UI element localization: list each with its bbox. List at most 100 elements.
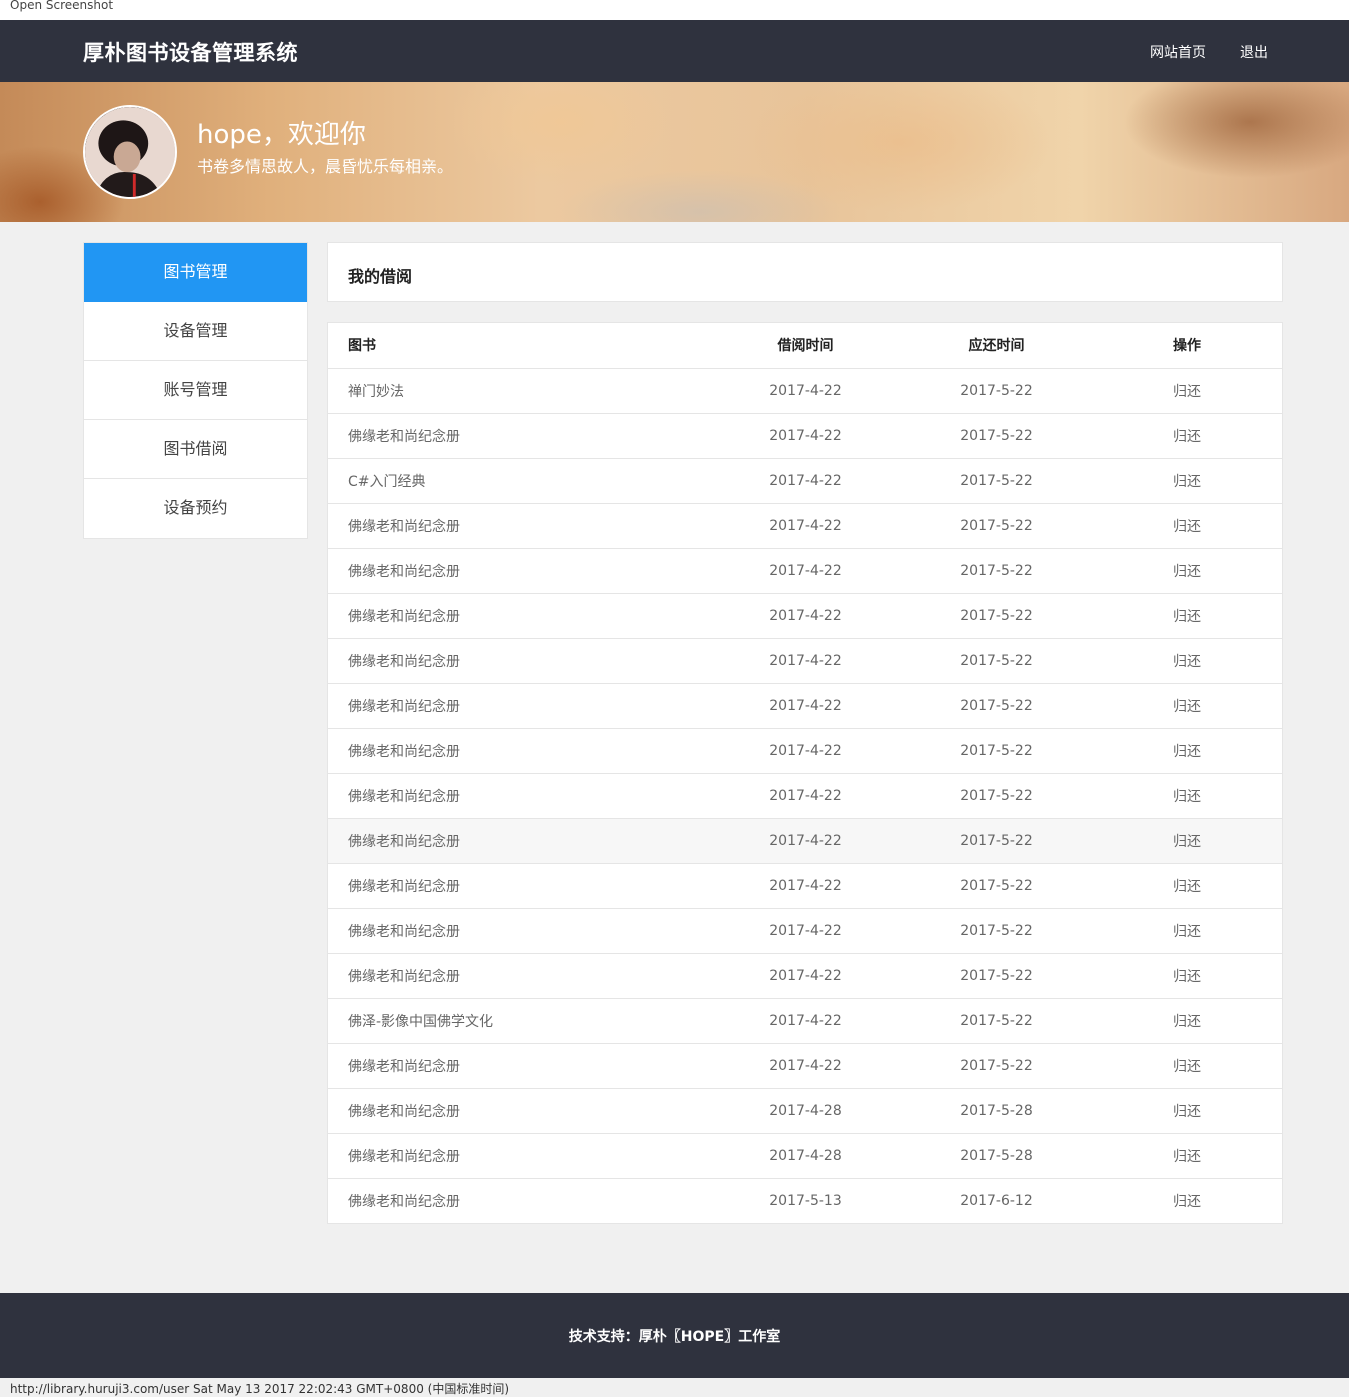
- table-row: 佛缘老和尚纪念册 2017-4-22 2017-5-22 归还: [328, 863, 1282, 909]
- cell-book-title: 佛缘老和尚纪念册: [328, 1043, 710, 1089]
- cell-due-date: 2017-5-22: [901, 773, 1092, 819]
- cell-due-date: 2017-5-22: [901, 818, 1092, 864]
- cell-book-title: 佛缘老和尚纪念册: [328, 863, 710, 909]
- return-action-link[interactable]: 归还: [1173, 654, 1201, 670]
- column-header-book: 图书: [328, 323, 710, 369]
- column-header-action: 操作: [1092, 323, 1282, 369]
- table-row: 佛缘老和尚纪念册 2017-4-22 2017-5-22 归还: [328, 548, 1282, 594]
- cell-borrow-date: 2017-4-22: [710, 818, 901, 864]
- cell-action: 归还: [1092, 1043, 1282, 1089]
- cell-book-title: 佛缘老和尚纪念册: [328, 683, 710, 729]
- return-action-link[interactable]: 归还: [1173, 879, 1201, 895]
- cell-borrow-date: 2017-4-22: [710, 863, 901, 909]
- cell-action: 归还: [1092, 458, 1282, 504]
- sidebar-item-book-borrowing[interactable]: 图书借阅: [84, 420, 307, 479]
- nav-logout-link[interactable]: 退出: [1240, 42, 1268, 62]
- panel-header: 我的借阅: [327, 242, 1283, 302]
- sidebar-item-account-management[interactable]: 账号管理: [84, 361, 307, 420]
- table-row: 佛缘老和尚纪念册 2017-4-22 2017-5-22 归还: [328, 593, 1282, 639]
- cell-due-date: 2017-5-22: [901, 548, 1092, 594]
- cell-borrow-date: 2017-4-22: [710, 548, 901, 594]
- return-action-link[interactable]: 归还: [1173, 1149, 1201, 1165]
- cell-borrow-date: 2017-4-22: [710, 683, 901, 729]
- cell-action: 归还: [1092, 683, 1282, 729]
- return-action-link[interactable]: 归还: [1173, 474, 1201, 490]
- cell-book-title: 佛缘老和尚纪念册: [348, 1193, 460, 1210]
- return-action-link[interactable]: 归还: [1173, 384, 1201, 400]
- table-header-row: 图书 借阅时间 应还时间 操作: [328, 323, 1282, 369]
- return-action-link[interactable]: 归还: [1173, 1104, 1201, 1120]
- cell-borrow-date: 2017-4-22: [710, 368, 901, 414]
- cell-due-date: 2017-5-22: [901, 593, 1092, 639]
- cell-borrow-date: 2017-4-22: [710, 458, 901, 504]
- borrow-table-container: 图书 借阅时间 应还时间 操作 禅门妙法 2017-4-22 2017-5-22 归还…: [327, 322, 1283, 1224]
- table-row: 佛缘老和尚纪念册 2017-4-22 2017-5-22 归还: [328, 953, 1282, 999]
- cell-book-title: 佛缘老和尚纪念册: [328, 728, 710, 774]
- table-row: 佛缘老和尚纪念册 2017-4-22 2017-5-22 归还: [328, 773, 1282, 819]
- sidebar-item-device-reservation[interactable]: 设备预约: [84, 479, 307, 538]
- cell-action: 归还: [1092, 1178, 1282, 1223]
- cell-due-date: 2017-5-22: [901, 728, 1092, 774]
- cell-due-date: 2017-5-22: [901, 998, 1092, 1044]
- profile-banner: hope，欢迎你 书卷多情思故人，晨昏忧乐每相亲。: [0, 82, 1349, 222]
- cell-action: 归还: [1092, 908, 1282, 954]
- user-motto: 书卷多情思故人，晨昏忧乐每相亲。: [197, 157, 454, 176]
- cell-book-title: 佛缘老和尚纪念册: [328, 548, 710, 594]
- cell-due-date: 2017-5-22: [901, 638, 1092, 684]
- cell-borrow-date: 2017-4-22: [710, 413, 901, 459]
- cell-book-title: 禅门妙法: [328, 368, 710, 414]
- table-row: 禅门妙法 2017-4-22 2017-5-22 归还: [328, 368, 1282, 414]
- cell-book-title: 佛泽-影像中国佛学文化: [328, 998, 710, 1044]
- table-row: 佛缘老和尚纪念册 2017-4-22 2017-5-22 归还: [328, 683, 1282, 729]
- user-avatar: [83, 105, 177, 199]
- cell-book-title: 佛缘老和尚纪念册: [328, 953, 710, 999]
- cell-borrow-date: 2017-4-22: [710, 728, 901, 774]
- cell-action: 归还: [1092, 503, 1282, 549]
- return-action-link[interactable]: 归还: [1173, 744, 1201, 760]
- cell-due-date: 2017-5-22: [901, 863, 1092, 909]
- return-action-link[interactable]: 归还: [1173, 429, 1201, 445]
- return-action-link[interactable]: 归还: [1173, 969, 1201, 985]
- cell-book-title: 佛缘老和尚纪念册: [328, 818, 710, 864]
- nav-home-link[interactable]: 网站首页: [1150, 42, 1206, 62]
- return-action-link[interactable]: 归还: [1173, 519, 1201, 535]
- return-action-link[interactable]: 归还: [1173, 924, 1201, 940]
- cell-action: 归还: [1092, 638, 1282, 684]
- table-row: 佛缘老和尚纪念册 2017-4-22 2017-5-22 归还: [328, 503, 1282, 549]
- column-header-due: 应还时间: [901, 323, 1092, 369]
- avatar-portrait-icon: [85, 107, 175, 197]
- cell-action: 归还: [1092, 818, 1282, 864]
- cell-due-date: 2017-5-28: [901, 1088, 1092, 1134]
- cell-borrow-date: 2017-4-22: [710, 908, 901, 954]
- cell-borrow-date: 2017-4-22: [710, 953, 901, 999]
- site-brand[interactable]: 厚朴图书设备管理系统: [83, 37, 298, 67]
- return-action-link[interactable]: 归还: [1173, 1014, 1201, 1030]
- return-action-link[interactable]: 归还: [1173, 1194, 1201, 1210]
- return-action-link[interactable]: 归还: [1173, 564, 1201, 580]
- return-action-link[interactable]: 归还: [1173, 699, 1201, 715]
- return-action-link[interactable]: 归还: [1173, 834, 1201, 850]
- cell-borrow-date: 2017-4-22: [710, 773, 901, 819]
- cell-borrow-date: 2017-4-22: [710, 1043, 901, 1089]
- sidebar-item-device-management[interactable]: 设备管理: [84, 302, 307, 361]
- table-row: 佛缘老和尚纪念册 2017-4-22 2017-5-22 归还: [328, 1043, 1282, 1089]
- cell-action: 归还: [1092, 773, 1282, 819]
- return-action-link[interactable]: 归还: [1173, 1059, 1201, 1075]
- table-row: 佛缘老和尚纪念册 2017-4-22 2017-5-22 归还: [328, 728, 1282, 774]
- cell-borrow-date: 2017-4-22: [710, 503, 901, 549]
- sidebar-item-book-management[interactable]: 图书管理: [84, 243, 307, 302]
- cell-due-date: 2017-5-22: [901, 413, 1092, 459]
- return-action-link[interactable]: 归还: [1173, 609, 1201, 625]
- cell-borrow-date: 2017-4-28: [710, 1133, 901, 1179]
- cell-due-date: 2017-5-22: [901, 503, 1092, 549]
- table-row: 佛缘老和尚纪念册 2017-4-22 2017-5-22 归还: [328, 413, 1282, 459]
- return-action-link[interactable]: 归还: [1173, 789, 1201, 805]
- cell-action: 归还: [1092, 548, 1282, 594]
- table-row: 佛缘老和尚纪念册 2017-4-22 2017-5-22 归还: [328, 908, 1282, 954]
- screenshot-label: Open Screenshot: [0, 0, 1349, 20]
- column-header-borrowed: 借阅时间: [710, 323, 901, 369]
- cell-book-title: 佛缘老和尚纪念册: [328, 413, 710, 459]
- status-url-line: http://library.huruji3.com/user Sat May …: [10, 1382, 510, 1396]
- footer-credit: 技术支持：厚朴〖HOPE〗工作室: [568, 1329, 781, 1345]
- cell-book-title: 佛缘老和尚纪念册: [328, 503, 710, 549]
